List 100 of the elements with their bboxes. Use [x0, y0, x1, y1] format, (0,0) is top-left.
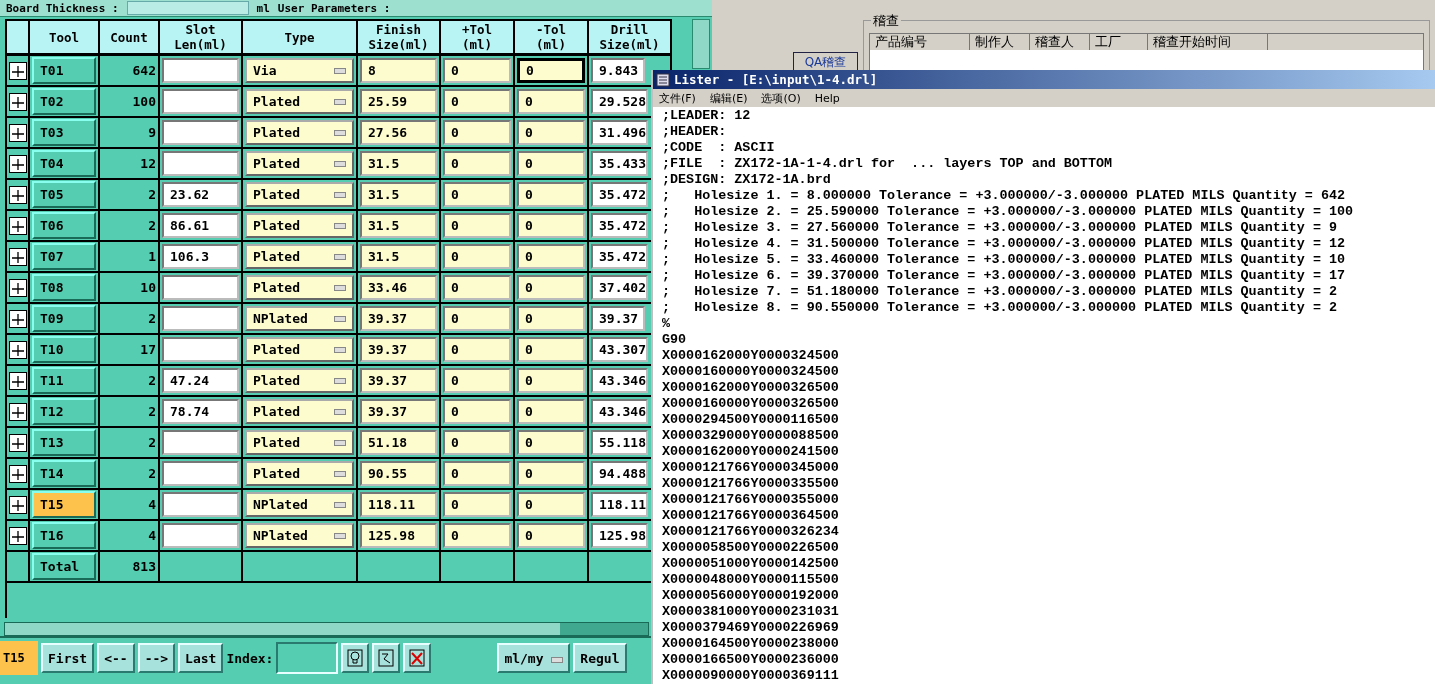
type-dropdown[interactable]: Plated [245, 368, 354, 393]
minus-tolerance-field[interactable]: 0 [517, 368, 585, 393]
minus-tolerance-field[interactable]: 0 [517, 89, 585, 114]
bulb-icon[interactable] [341, 643, 370, 673]
column-header[interactable]: 稽查人 [1030, 34, 1090, 50]
finish-size-field[interactable]: 90.55 [360, 461, 437, 486]
menu-item[interactable]: 选项(O) [761, 90, 801, 106]
tool-button[interactable]: T07 [32, 243, 96, 270]
plus-tolerance-field[interactable]: 0 [443, 430, 511, 455]
finish-size-field[interactable]: 39.37 [360, 306, 437, 331]
marker-button[interactable] [9, 464, 27, 483]
drill-size-field[interactable]: 94.488 [591, 461, 648, 486]
marker-button[interactable] [9, 526, 27, 545]
plus-tolerance-field[interactable]: 0 [443, 120, 511, 145]
minus-tolerance-field[interactable]: 0 [517, 337, 585, 362]
plus-tolerance-field[interactable]: 0 [443, 399, 511, 424]
finish-size-field[interactable]: 51.18 [360, 430, 437, 455]
plus-tolerance-field[interactable]: 0 [443, 151, 511, 176]
minus-tolerance-field[interactable]: 0 [517, 523, 585, 548]
slot-length-field[interactable]: 86.61 [162, 213, 239, 238]
type-dropdown[interactable]: Via [245, 58, 354, 83]
horizontal-scrollbar[interactable] [4, 622, 649, 636]
minus-tolerance-field[interactable]: 0 [517, 461, 585, 486]
unit-dropdown[interactable]: ml/my [497, 643, 571, 673]
marker-button[interactable] [9, 216, 27, 235]
type-dropdown[interactable]: Plated [245, 337, 354, 362]
drill-size-field[interactable]: 31.496 [591, 120, 648, 145]
tool-button[interactable]: T02 [32, 88, 96, 115]
marker-button[interactable] [9, 340, 27, 359]
type-dropdown[interactable]: Plated [245, 399, 354, 424]
marker-button[interactable] [9, 61, 27, 80]
column-header[interactable]: 稽查开始时间 [1148, 34, 1268, 50]
type-dropdown[interactable]: Plated [245, 275, 354, 300]
minus-tolerance-field[interactable]: 0 [517, 399, 585, 424]
marker-button[interactable] [9, 185, 27, 204]
vertical-scrollbar[interactable] [692, 19, 710, 69]
slot-length-field[interactable]: 78.74 [162, 399, 239, 424]
marker-button[interactable] [9, 154, 27, 173]
type-dropdown[interactable]: Plated [245, 430, 354, 455]
tool-button[interactable]: T15 [32, 491, 96, 518]
type-dropdown[interactable]: NPlated [245, 306, 354, 331]
slot-length-field[interactable] [162, 461, 239, 486]
slot-length-field[interactable] [162, 120, 239, 145]
finish-size-field[interactable]: 39.37 [360, 368, 437, 393]
tool-button[interactable]: T06 [32, 212, 96, 239]
slot-length-field[interactable]: 47.24 [162, 368, 239, 393]
slot-length-field[interactable] [162, 151, 239, 176]
minus-tolerance-field[interactable]: 0 [517, 492, 585, 517]
tool-button[interactable]: T08 [32, 274, 96, 301]
slot-length-field[interactable] [162, 306, 239, 331]
finish-size-field[interactable]: 25.59 [360, 89, 437, 114]
plus-tolerance-field[interactable]: 0 [443, 58, 511, 83]
drill-size-field[interactable]: 37.402 [591, 275, 648, 300]
marker-button[interactable] [9, 92, 27, 111]
finish-size-field[interactable]: 118.11 [360, 492, 437, 517]
slot-length-field[interactable] [162, 430, 239, 455]
minus-tolerance-field[interactable]: 0 [517, 244, 585, 269]
plus-tolerance-field[interactable]: 0 [443, 275, 511, 300]
marker-button[interactable] [9, 309, 27, 328]
minus-tolerance-field[interactable]: 0 [517, 430, 585, 455]
plus-tolerance-field[interactable]: 0 [443, 492, 511, 517]
finish-size-field[interactable]: 33.46 [360, 275, 437, 300]
nav-button[interactable]: <-- [97, 643, 135, 673]
drill-size-field[interactable]: 55.118 [591, 430, 648, 455]
slot-length-field[interactable]: 106.3 [162, 244, 239, 269]
type-dropdown[interactable]: Plated [245, 244, 354, 269]
finish-size-field[interactable]: 8 [360, 58, 437, 83]
marker-button[interactable] [9, 123, 27, 142]
tool-button[interactable]: T14 [32, 460, 96, 487]
drill-size-field[interactable]: 43.346 [591, 368, 648, 393]
drill-size-field[interactable]: 39.37 [591, 306, 645, 331]
tool-button[interactable]: T13 [32, 429, 96, 456]
tool-button[interactable]: T09 [32, 305, 96, 332]
menu-item[interactable]: 编辑(E) [709, 90, 748, 106]
drill-size-field[interactable]: 118.11 [591, 492, 648, 517]
tool-button[interactable]: T01 [32, 57, 96, 84]
column-header[interactable]: 产品编号 [870, 34, 970, 50]
type-dropdown[interactable]: Plated [245, 120, 354, 145]
nav-button[interactable]: --> [137, 643, 176, 673]
slot-length-field[interactable] [162, 275, 239, 300]
finish-size-field[interactable]: 31.5 [360, 213, 437, 238]
type-dropdown[interactable]: Plated [245, 89, 354, 114]
tool-button[interactable]: T05 [32, 181, 96, 208]
type-dropdown[interactable]: NPlated [245, 523, 354, 548]
delete-icon[interactable] [403, 643, 432, 673]
plus-tolerance-field[interactable]: 0 [443, 244, 511, 269]
drill-size-field[interactable]: 35.472 [591, 244, 648, 269]
menu-item[interactable]: Help [814, 91, 840, 105]
tool-button[interactable]: T11 [32, 367, 96, 394]
menu-item[interactable]: 文件(F) [659, 90, 696, 106]
drill-size-field[interactable]: 9.843 [591, 58, 645, 83]
slot-length-field[interactable] [162, 89, 239, 114]
plus-tolerance-field[interactable]: 0 [443, 523, 511, 548]
drill-size-field[interactable]: 35.472 [591, 213, 648, 238]
regul-button[interactable]: Regul [573, 643, 627, 673]
minus-tolerance-field[interactable]: 0 [517, 58, 585, 83]
marker-button[interactable] [9, 278, 27, 297]
finish-size-field[interactable]: 39.37 [360, 337, 437, 362]
marker-button[interactable] [9, 433, 27, 452]
plus-tolerance-field[interactable]: 0 [443, 182, 511, 207]
